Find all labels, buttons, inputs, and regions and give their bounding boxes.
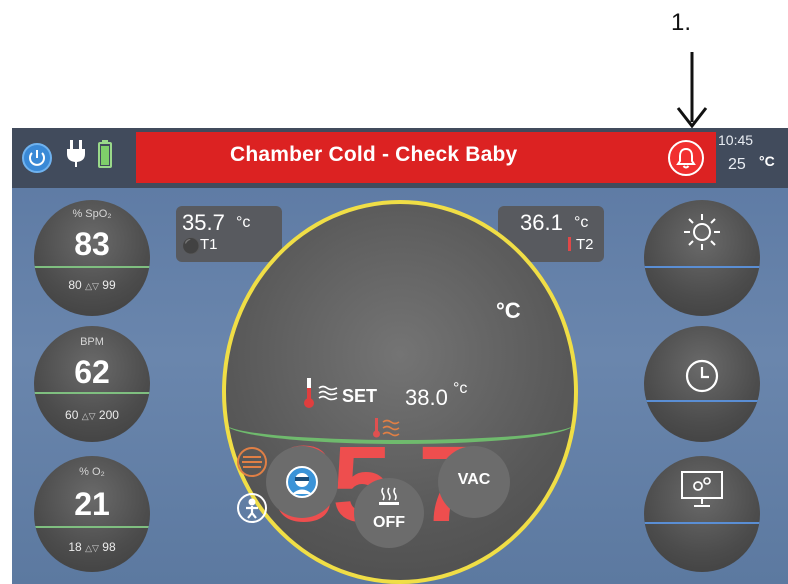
vac-label: VAC [457,471,491,488]
o2-value: 21 [74,486,110,522]
air-mode-icon[interactable] [236,446,268,478]
spo2-range: 80 △▽ 99 [34,278,150,292]
o2-low: 18 [68,540,82,554]
spo2-sphere[interactable]: % SpO₂ 83 80 △▽ 99 [34,200,150,316]
clock-icon [685,359,719,393]
annotation-number: 1. [671,9,692,36]
vac-button[interactable]: VAC [438,446,510,518]
setpoint-label: SET [342,386,378,406]
airflow-icon [318,385,338,401]
t2-label: T2 [576,236,594,253]
t1-temperature-box[interactable]: 35.7 °c ⚫ T1 [176,206,282,262]
top-bar: Chamber Cold - Check Baby 10:45 25 °C [12,128,788,188]
alarm-limit-icon: △▽ [81,411,96,421]
spo2-low: 80 [68,278,82,292]
alarm-message: Chamber Cold - Check Baby [230,143,518,166]
heater-icon [379,487,399,505]
spo2-value: 83 [74,226,110,262]
spo2-title: % SpO₂ [72,208,112,220]
spo2-high: 99 [102,278,116,292]
brightness-sphere[interactable] [644,200,760,316]
main-temperature-unit: °C [496,298,521,323]
alarm-limit-icon: △▽ [85,281,99,291]
thermometer-baby-icon: ⚫ [182,238,201,255]
o2-title: % O₂ [79,466,105,478]
clock-time: 10:45 [718,132,754,148]
display-settings-sphere[interactable] [644,456,760,572]
ambient-temperature: 25 [728,156,746,173]
o2-sphere[interactable]: % O₂ 21 18 △▽ 98 [34,456,150,572]
baby-mode-icon[interactable] [236,492,268,524]
t2-unit: °c [574,214,589,231]
thermometer-icon [304,378,314,408]
face-icon [286,466,318,498]
t1-value: 35.7 [182,210,225,235]
clock-sphere[interactable] [644,326,760,442]
t2-value: 36.1 [520,210,563,235]
heater-toggle-button[interactable]: OFF [354,478,424,548]
bpm-title: BPM [80,336,104,348]
power-icon[interactable] [22,143,52,173]
o2-high: 98 [102,540,116,554]
camera-button[interactable] [266,446,338,518]
battery-icon [98,140,112,168]
bpm-range: 60 △▽ 200 [34,408,150,422]
bpm-low: 60 [65,408,79,422]
bpm-value: 62 [74,354,110,390]
o2-range: 18 △▽ 98 [34,540,150,554]
brightness-icon [684,214,720,250]
thermometer-icon [568,237,571,251]
plug-icon [67,140,85,167]
t1-unit: °c [236,214,251,231]
t1-label: T1 [200,236,218,253]
ambient-unit: °C [759,153,775,169]
setpoint-value: 38.0 [405,385,448,410]
bpm-high: 200 [98,408,119,422]
bell-icon[interactable] [668,140,704,176]
display-settings-icon [681,471,723,507]
heater-state-label: OFF [373,514,405,531]
annotation-arrow-icon [676,52,708,129]
setpoint-unit: °c [453,380,468,397]
incubator-screen: Chamber Cold - Check Baby 10:45 25 °C % … [12,128,788,584]
bpm-sphere[interactable]: BPM 62 60 △▽ 200 [34,326,150,442]
alarm-limit-icon: △▽ [85,543,99,553]
thermometer-heat-icon [373,418,400,438]
